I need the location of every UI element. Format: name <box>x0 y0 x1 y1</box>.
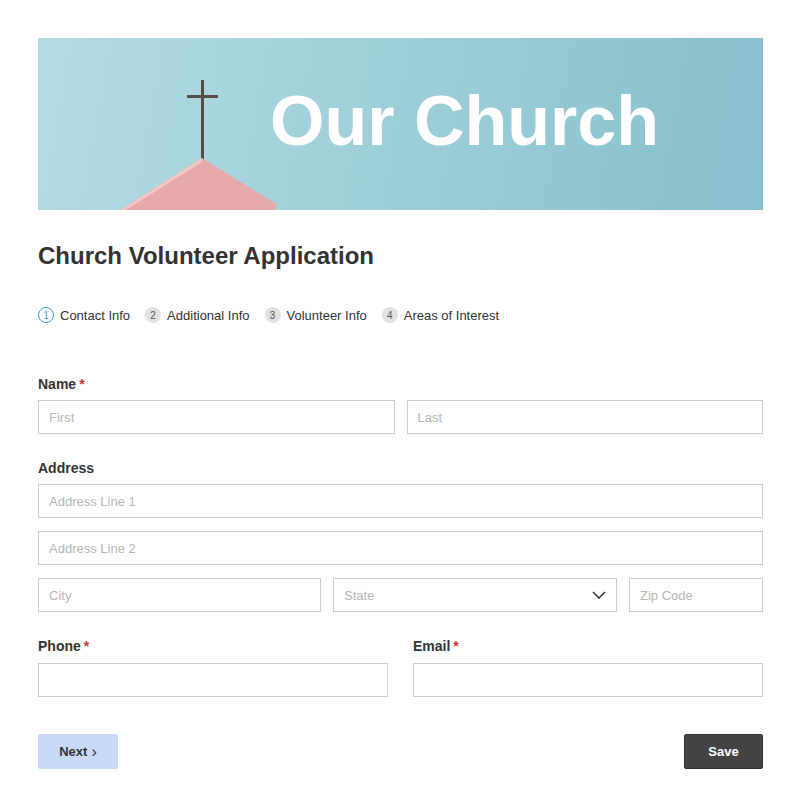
required-mark: * <box>79 376 84 392</box>
steps: 1 Contact Info 2 Additional Info 3 Volunte… <box>38 305 763 325</box>
field-label: Address <box>38 459 763 477</box>
field-group: Email* <box>413 637 763 697</box>
text-input[interactable] <box>38 531 763 565</box>
step-label: Contact Info <box>60 308 130 323</box>
step[interactable]: 1 Contact Info <box>38 307 130 323</box>
text-input[interactable] <box>629 578 763 612</box>
actions: Next› Save <box>38 734 763 769</box>
church-roof-icon <box>76 38 276 210</box>
contact-row: Phone* Email* <box>38 637 763 697</box>
field-label: Phone* <box>38 637 388 655</box>
step-label: Volunteer Info <box>287 308 367 323</box>
field-group: Phone* <box>38 637 388 697</box>
next-button[interactable]: Next› <box>38 734 118 769</box>
save-button[interactable]: Save <box>684 734 763 769</box>
field-row: State <box>38 578 763 612</box>
banner: Our Church <box>38 38 763 210</box>
step-number: 2 <box>145 307 161 323</box>
required-mark: * <box>453 638 458 654</box>
step-label: Areas of Interest <box>404 308 499 323</box>
field-row <box>38 531 763 565</box>
text-input[interactable] <box>38 484 763 518</box>
text-input[interactable] <box>407 400 764 434</box>
chevron-down-icon <box>592 591 606 599</box>
field-label: Email* <box>413 637 763 655</box>
step-label: Additional Info <box>167 308 249 323</box>
field-group: Address State <box>38 459 763 612</box>
step[interactable]: 2 Additional Info <box>145 307 249 323</box>
state-select[interactable]: State <box>333 578 617 612</box>
step[interactable]: 4 Areas of Interest <box>382 307 499 323</box>
text-input[interactable] <box>38 663 388 697</box>
banner-title: Our Church <box>270 83 659 166</box>
fields: Name* Address State Phone* Email* <box>38 375 763 697</box>
text-input[interactable] <box>413 663 763 697</box>
field-label: Name* <box>38 375 763 393</box>
page: Our Church Church Volunteer Application … <box>0 0 800 789</box>
form-title: Church Volunteer Application <box>38 241 763 271</box>
required-mark: * <box>84 638 89 654</box>
field-row <box>38 400 763 434</box>
step-number: 3 <box>265 307 281 323</box>
field-group: Name* <box>38 375 763 434</box>
text-input[interactable] <box>38 578 321 612</box>
field-row <box>38 484 763 518</box>
step[interactable]: 3 Volunteer Info <box>265 307 367 323</box>
step-number: 4 <box>382 307 398 323</box>
text-input[interactable] <box>38 400 395 434</box>
step-number: 1 <box>38 307 54 323</box>
next-icon: › <box>91 743 96 761</box>
